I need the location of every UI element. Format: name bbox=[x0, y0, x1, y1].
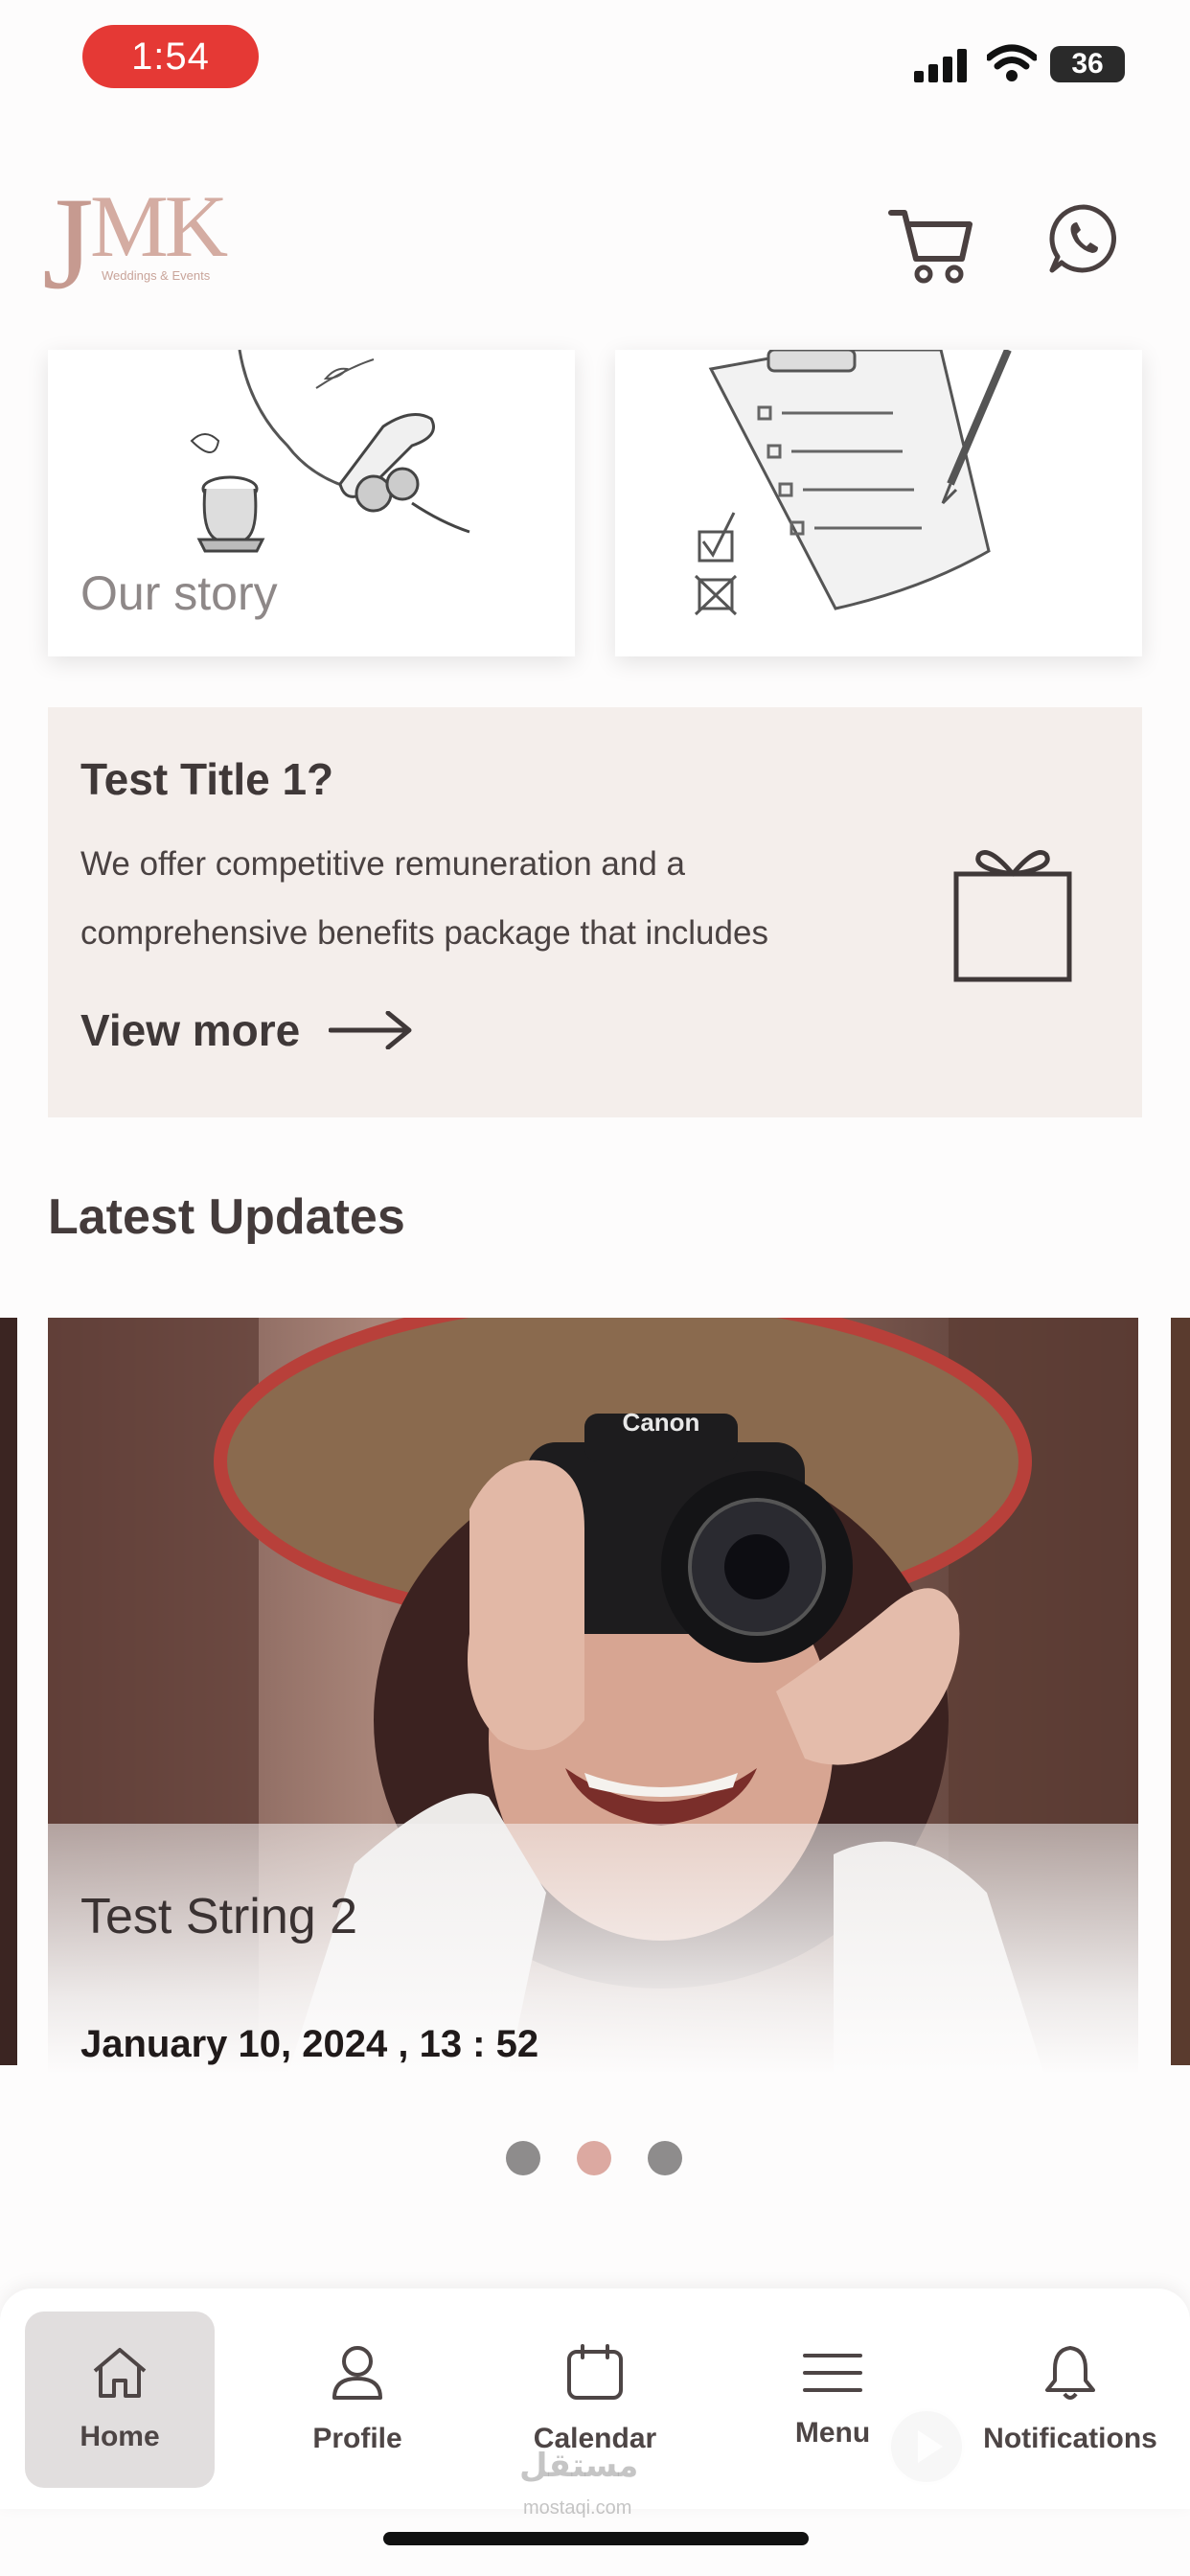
carousel-dot[interactable] bbox=[506, 2141, 540, 2175]
nav-label-home: Home bbox=[80, 2421, 160, 2452]
logo-subtitle: Weddings & Events bbox=[102, 268, 211, 283]
nav-item-notifications[interactable]: Notifications bbox=[975, 2312, 1165, 2488]
our-story-label: Our story bbox=[80, 566, 278, 620]
brand-logo[interactable]: J MK Weddings & Events bbox=[38, 170, 228, 316]
home-indicator bbox=[383, 2532, 809, 2545]
watermark-text: مستقل bbox=[519, 2447, 639, 2485]
logo-letter-j: J bbox=[42, 170, 94, 316]
home-icon bbox=[93, 2348, 147, 2398]
play-watermark-icon bbox=[885, 2405, 968, 2488]
carousel-dot-active[interactable] bbox=[577, 2141, 611, 2175]
watermark-subtext: mostaqi.com bbox=[523, 2497, 632, 2518]
bell-icon bbox=[1045, 2346, 1095, 2400]
view-more-link[interactable]: View more bbox=[80, 1004, 413, 1056]
whatsapp-icon[interactable] bbox=[1048, 203, 1119, 274]
status-bar: 1:54 36 bbox=[0, 0, 1190, 115]
promo-title: Test Title 1? bbox=[80, 754, 334, 804]
wifi-icon bbox=[987, 44, 1037, 81]
promo-banner: Test Title 1? We offer competitive remun… bbox=[48, 707, 1142, 1117]
promo-description: We offer competitive remuneration and a … bbox=[80, 845, 768, 952]
gift-icon bbox=[953, 850, 1072, 982]
carousel-dot[interactable] bbox=[648, 2141, 682, 2175]
checklist-illustration-icon bbox=[694, 350, 1012, 616]
next-update-card-peek[interactable] bbox=[1171, 1318, 1190, 2065]
nav-label-menu: Menu bbox=[794, 2417, 871, 2449]
svg-text:Canon: Canon bbox=[623, 1408, 700, 1437]
cart-icon[interactable] bbox=[887, 203, 975, 286]
calendar-icon bbox=[567, 2344, 623, 2400]
previous-update-card-peek[interactable] bbox=[0, 1318, 17, 2065]
arrow-right-icon bbox=[329, 1011, 412, 1049]
our-story-card[interactable]: Our story bbox=[48, 350, 575, 656]
latest-updates-title: Latest Updates bbox=[48, 1189, 405, 1245]
profile-icon bbox=[332, 2346, 382, 2400]
view-more-label: View more bbox=[80, 1005, 301, 1055]
update-date: January 10, 2024 , 13 : 52 bbox=[80, 2023, 539, 2065]
update-title: Test String 2 bbox=[80, 1889, 358, 1944]
nav-item-profile[interactable]: Profile bbox=[263, 2312, 452, 2488]
nav-label-profile: Profile bbox=[312, 2423, 402, 2454]
checklist-card[interactable] bbox=[615, 350, 1142, 656]
logo-letters-mk: MK bbox=[90, 177, 228, 275]
menu-icon bbox=[803, 2354, 862, 2392]
story-illustration-icon bbox=[190, 350, 470, 553]
signal-icon bbox=[914, 49, 967, 82]
nav-item-home[interactable]: Home bbox=[25, 2312, 215, 2488]
nav-label-notifications: Notifications bbox=[983, 2423, 1157, 2454]
battery-indicator: 36 bbox=[1050, 46, 1125, 82]
update-card[interactable]: Canon Test String 2 January 10, 2024 , 1… bbox=[48, 1318, 1138, 2075]
carousel-pagination bbox=[506, 2141, 682, 2175]
status-time: 1:54 bbox=[82, 25, 259, 88]
